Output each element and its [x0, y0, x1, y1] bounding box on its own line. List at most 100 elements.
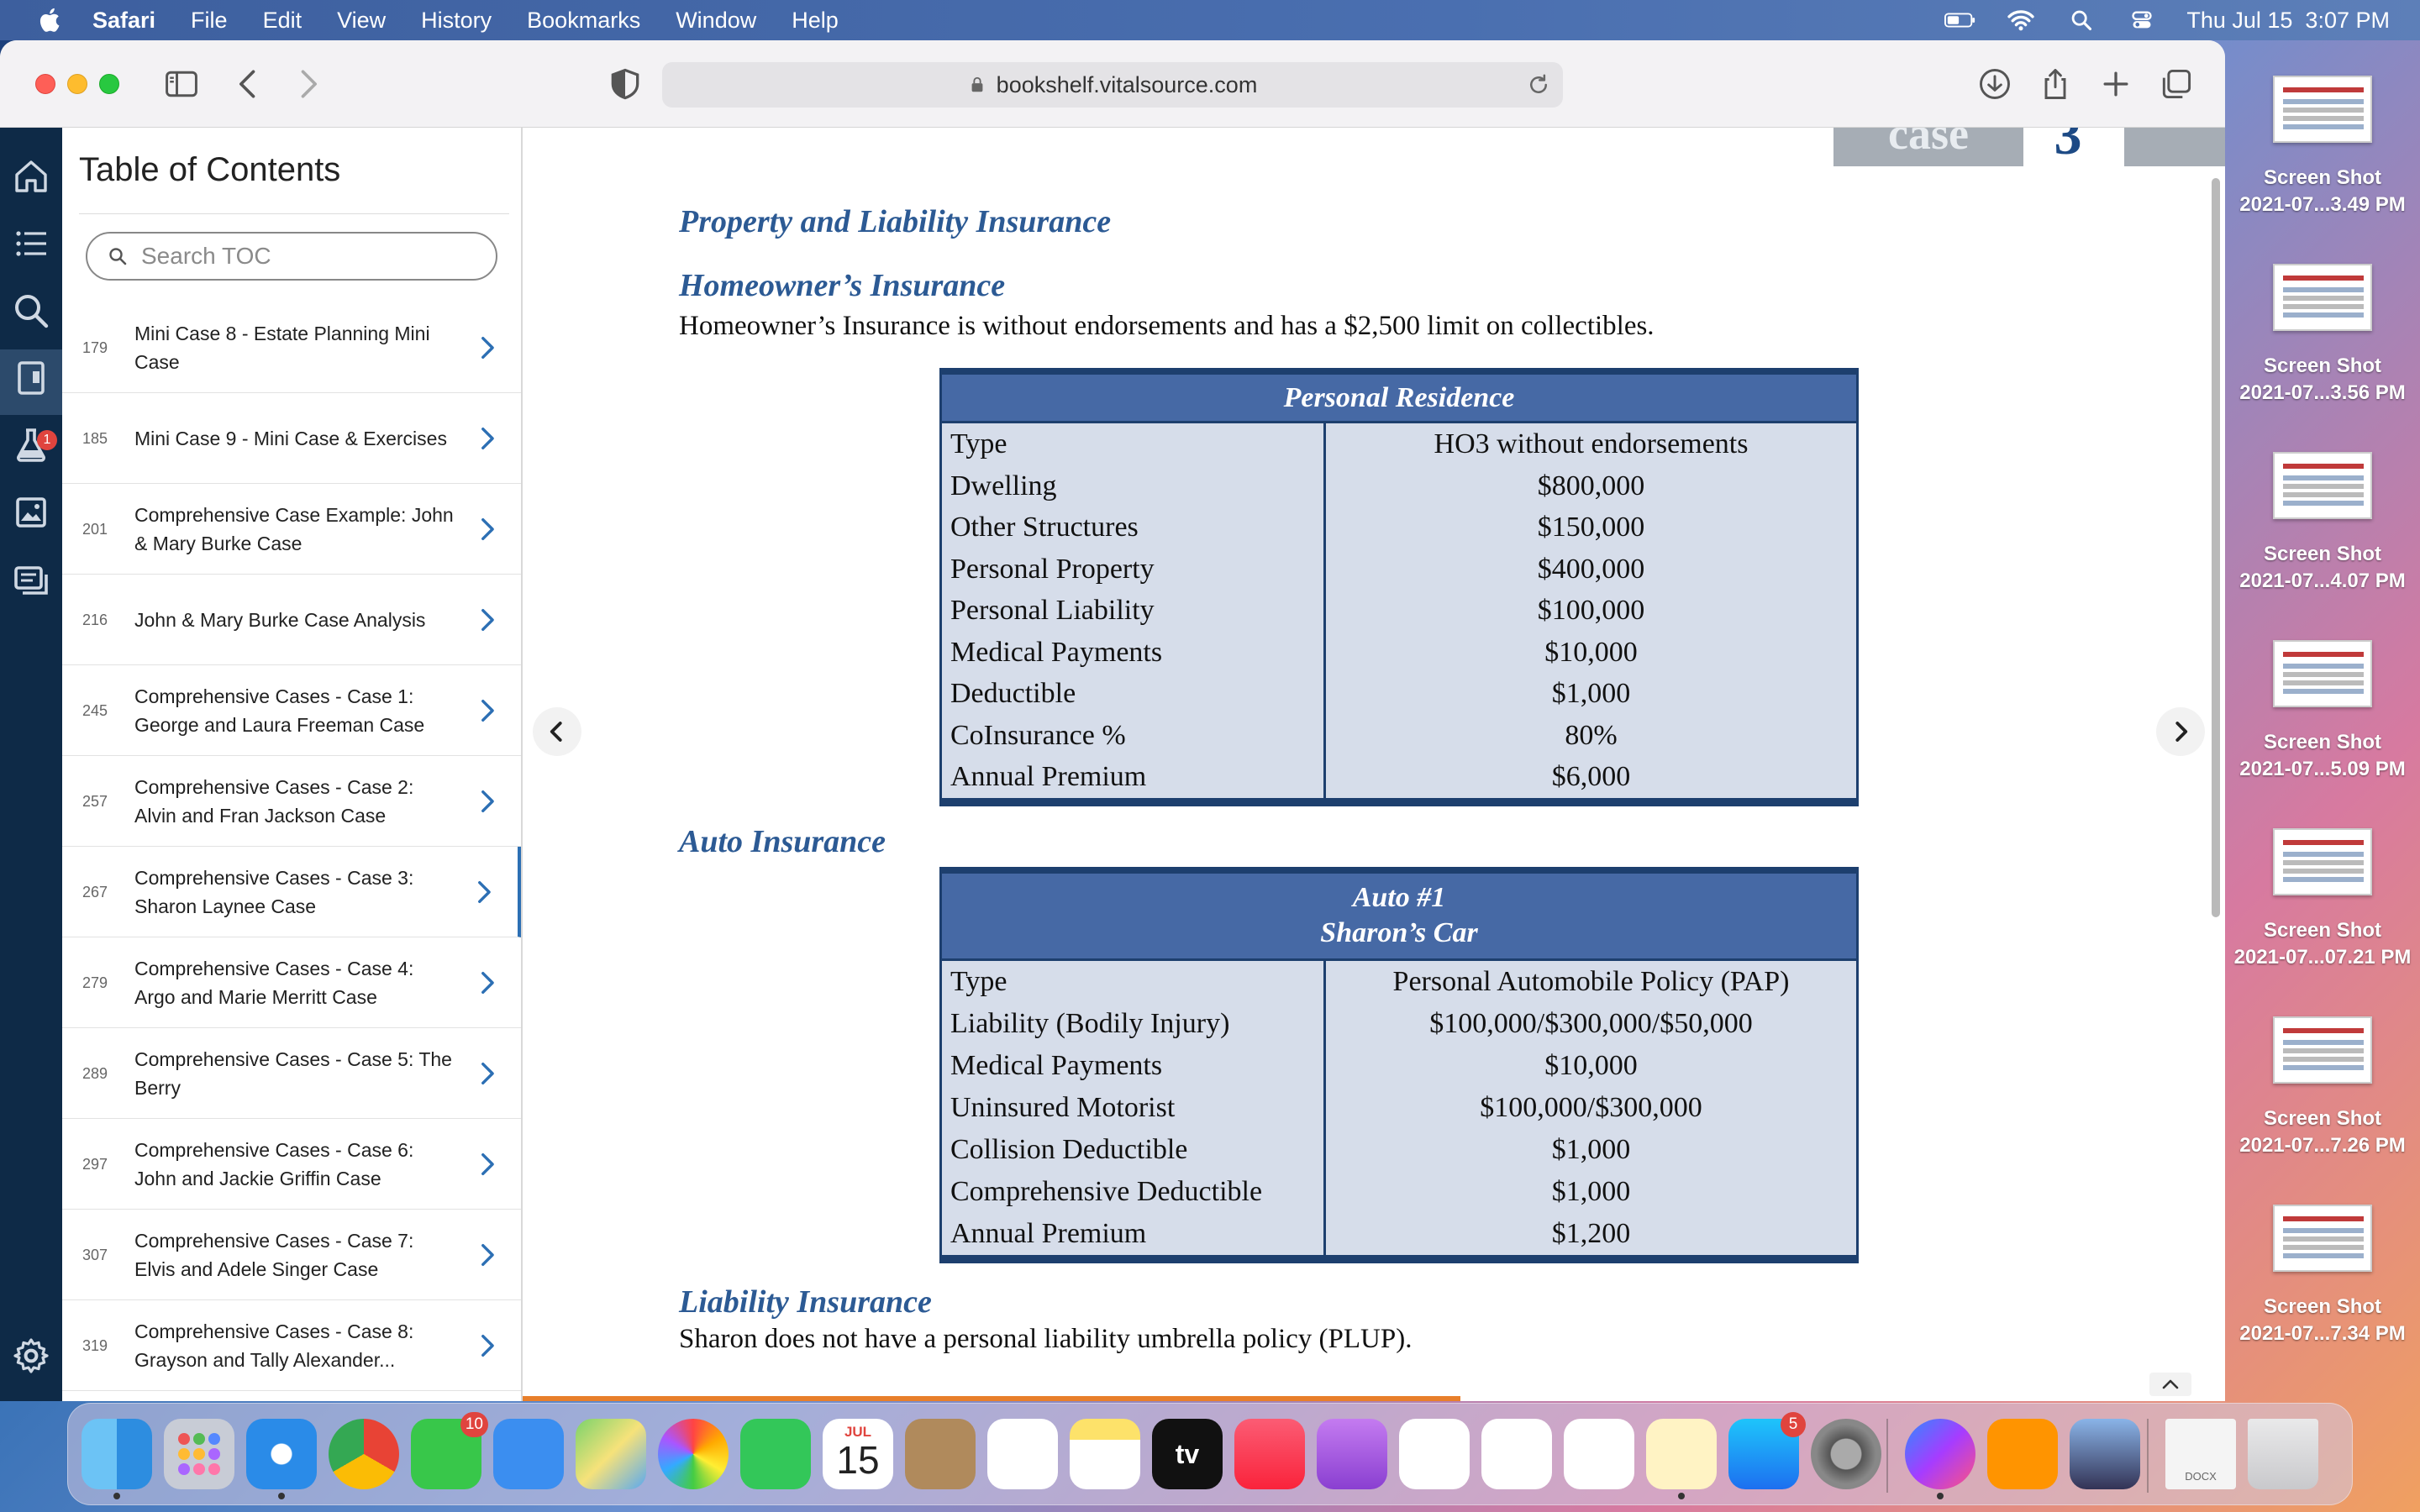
maps-app-icon[interactable] — [576, 1419, 646, 1489]
keynote-app-icon[interactable] — [1481, 1419, 1552, 1489]
messenger-app-icon[interactable] — [1905, 1419, 1975, 1499]
reminders-app-icon[interactable] — [987, 1419, 1058, 1489]
launchpad-app-icon[interactable] — [164, 1419, 234, 1489]
toc-item[interactable]: 289 Comprehensive Cases - Case 5: The Ber… — [62, 1028, 521, 1119]
menu-edit[interactable]: Edit — [263, 8, 302, 34]
notebook-icon[interactable] — [11, 358, 51, 398]
desktop-screenshot-file[interactable]: Screen Shot 2021-07...5.09 PM — [2225, 640, 2420, 783]
tab-overview-icon[interactable] — [2158, 66, 2195, 102]
home-icon[interactable] — [11, 156, 51, 197]
window-minimize-button[interactable] — [67, 74, 87, 94]
toc-item[interactable]: 319 Comprehensive Cases - Case 8: Grayson… — [62, 1300, 521, 1391]
downloads-icon[interactable] — [1976, 66, 2013, 102]
spotlight-search-icon[interactable] — [2065, 8, 2097, 32]
chevron-right-icon[interactable] — [472, 1150, 501, 1179]
toc-search-box[interactable] — [86, 232, 497, 281]
pages-app-icon[interactable] — [1646, 1419, 1717, 1499]
search-icon[interactable] — [11, 291, 51, 331]
system-preferences-app-icon[interactable] — [1811, 1419, 1881, 1489]
sidebar-toggle-icon[interactable] — [163, 66, 200, 102]
trash-icon[interactable] — [2248, 1419, 2318, 1489]
desktop-screenshot-file[interactable]: Screen Shot 2021-07...7.26 PM — [2225, 1016, 2420, 1159]
menu-safari[interactable]: Safari — [92, 8, 155, 34]
toc-item[interactable]: 297 Comprehensive Cases - Case 6: John an… — [62, 1119, 521, 1210]
privacy-shield-icon[interactable] — [607, 66, 644, 102]
window-close-button[interactable] — [35, 74, 55, 94]
reload-icon[interactable] — [1526, 72, 1551, 97]
preview-app-icon[interactable] — [2070, 1419, 2140, 1489]
window-zoom-button[interactable] — [99, 74, 119, 94]
chevron-right-icon[interactable] — [472, 1059, 501, 1088]
app-store-app-icon[interactable]: 5 — [1728, 1412, 1806, 1489]
apple-icon[interactable] — [35, 5, 66, 35]
podcasts-app-icon[interactable] — [1317, 1419, 1387, 1489]
toc-item[interactable]: 245 Comprehensive Cases - Case 1: George … — [62, 665, 521, 756]
forward-icon[interactable] — [289, 66, 326, 102]
mail-app-icon[interactable] — [493, 1419, 564, 1489]
desktop-screenshot-file[interactable]: Screen Shot 2021-07...3.49 PM — [2225, 76, 2420, 218]
toc-item[interactable]: 257 Comprehensive Cases - Case 2: Alvin a… — [62, 756, 521, 847]
menu-file[interactable]: File — [191, 8, 228, 34]
music-app-icon[interactable] — [1234, 1419, 1305, 1489]
desktop-screenshot-file[interactable]: Screen Shot 2021-07...07.21 PM — [2225, 828, 2420, 971]
chevron-right-icon[interactable] — [472, 787, 501, 816]
previous-page-button[interactable] — [533, 707, 581, 756]
chevron-right-icon[interactable] — [472, 515, 501, 543]
chevron-right-icon[interactable] — [472, 333, 501, 362]
messages-app-icon[interactable]: 10 — [411, 1412, 488, 1489]
control-center-icon[interactable] — [2126, 8, 2158, 32]
collapse-toolbar-button[interactable] — [2149, 1373, 2191, 1396]
docx-document-icon[interactable]: DOCX — [2165, 1419, 2236, 1489]
chevron-right-icon[interactable] — [472, 969, 501, 997]
battery-icon[interactable] — [1944, 8, 1976, 32]
chevron-right-icon[interactable] — [472, 1331, 501, 1360]
desktop-screenshot-file[interactable]: Screen Shot 2021-07...3.56 PM — [2225, 264, 2420, 407]
menubar-clock[interactable]: Thu Jul 15 3:07 PM — [2186, 8, 2390, 34]
calendar-app-icon[interactable]: JUL 15 — [823, 1419, 893, 1489]
finder-app-icon[interactable] — [82, 1419, 152, 1499]
image-gallery-icon[interactable] — [11, 492, 51, 533]
settings-gear-icon[interactable] — [11, 1336, 51, 1376]
next-page-button[interactable] — [2156, 707, 2205, 756]
desktop-screenshot-file[interactable]: Screen Shot 2021-07...4.07 PM — [2225, 452, 2420, 595]
notes-app-icon[interactable] — [1070, 1419, 1140, 1489]
file-name-line2: 2021-07...3.56 PM — [2239, 381, 2406, 404]
wifi-icon[interactable] — [2005, 8, 2037, 32]
photos-app-icon[interactable] — [658, 1419, 729, 1489]
toc-item[interactable]: 267 Comprehensive Cases - Case 3: Sharon … — [62, 847, 521, 937]
menu-history[interactable]: History — [421, 8, 492, 34]
table-of-contents-icon[interactable] — [11, 223, 51, 264]
toc-item[interactable]: 216 John & Mary Burke Case Analysis — [62, 575, 521, 665]
menu-bookmarks[interactable]: Bookmarks — [527, 8, 640, 34]
safari-app-icon[interactable] — [246, 1419, 317, 1499]
toc-item[interactable]: 279 Comprehensive Cases - Case 4: Argo an… — [62, 937, 521, 1028]
chrome-app-icon[interactable] — [329, 1419, 399, 1489]
new-tab-icon[interactable] — [2097, 66, 2134, 102]
menu-window[interactable]: Window — [676, 8, 756, 34]
apple-tv-app-icon[interactable]: tv — [1152, 1419, 1223, 1489]
vertical-scrollbar[interactable] — [2212, 178, 2220, 917]
chevron-right-icon[interactable] — [472, 1241, 501, 1269]
desktop-screenshot-file[interactable]: Screen Shot 2021-07...7.34 PM — [2225, 1205, 2420, 1347]
menu-help[interactable]: Help — [792, 8, 839, 34]
menu-view[interactable]: View — [337, 8, 386, 34]
toc-item[interactable]: Comprehensive Cases - Case 9: — [62, 1391, 521, 1401]
share-icon[interactable] — [2037, 66, 2074, 102]
news-app-icon[interactable] — [1399, 1419, 1470, 1489]
chevron-right-icon[interactable] — [472, 696, 501, 725]
toc-item[interactable]: 201 Comprehensive Case Example: John & Ma… — [62, 484, 521, 575]
back-icon[interactable] — [230, 66, 267, 102]
chevron-right-icon[interactable] — [472, 424, 501, 453]
chevron-right-icon[interactable] — [469, 878, 497, 906]
facetime-app-icon[interactable] — [740, 1419, 811, 1489]
books-app-icon[interactable] — [1987, 1419, 2058, 1489]
numbers-app-icon[interactable] — [1564, 1419, 1634, 1489]
toc-search-input[interactable] — [141, 243, 477, 270]
toc-item[interactable]: 179 Mini Case 8 - Estate Planning Mini Ca… — [62, 302, 521, 393]
toc-item[interactable]: 185 Mini Case 9 - Mini Case & Exercises — [62, 393, 521, 484]
toc-item[interactable]: 307 Comprehensive Cases - Case 7: Elvis a… — [62, 1210, 521, 1300]
flashcards-icon[interactable] — [11, 559, 51, 600]
address-bar[interactable]: bookshelf.vitalsource.com — [662, 62, 1563, 108]
chevron-right-icon[interactable] — [472, 606, 501, 634]
contacts-app-icon[interactable] — [905, 1419, 976, 1489]
